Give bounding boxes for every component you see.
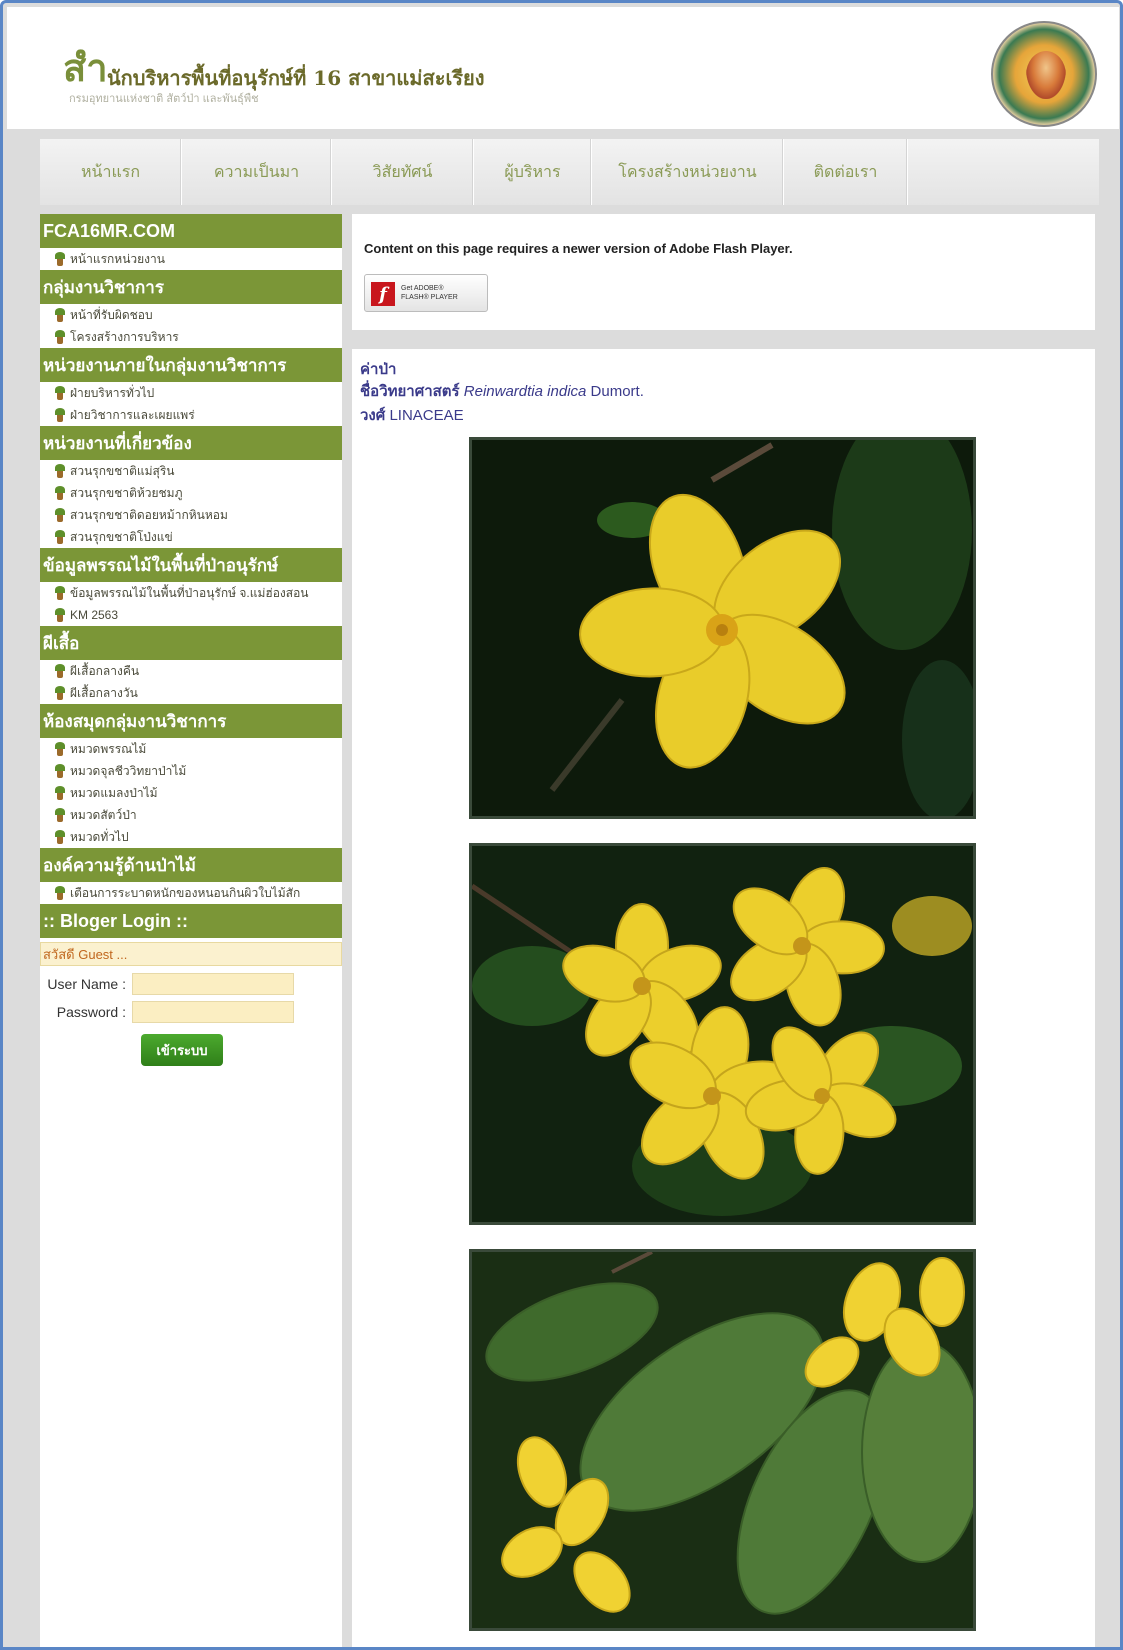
plant-icon — [54, 829, 66, 845]
sidebar-link[interactable]: ผีเสื้อกลางวัน — [40, 682, 342, 704]
plant-icon — [54, 607, 66, 623]
plant-common-name: ค่าป่า — [360, 361, 397, 378]
flash-notice-panel: Content on this page requires a newer ve… — [352, 214, 1095, 330]
sidebar-link[interactable]: สวนรุกขชาติแม่สุริน — [40, 460, 342, 482]
plant-icon — [54, 307, 66, 323]
sidebar-link[interactable]: เตือนการระบาดหนักของหนอนกินผิวใบไม้สัก — [40, 882, 342, 904]
sidebar-link[interactable]: ผีเสื้อกลางคืน — [40, 660, 342, 682]
flash-logo-icon: f — [371, 282, 395, 306]
sidebar-link[interactable]: โครงสร้างการบริหาร — [40, 326, 342, 348]
flower-photo-3 — [469, 1249, 976, 1631]
plant-icon — [54, 663, 66, 679]
flash-badge-text: Get ADOBE® FLASH® PLAYER — [401, 285, 458, 301]
plant-icon — [54, 685, 66, 701]
main-nav: หน้าแรก ความเป็นมา วิสัยทัศน์ ผู้บริหาร … — [40, 139, 1099, 205]
sidebar-link[interactable]: หน้าแรกหน่วยงาน — [40, 248, 342, 270]
sidebar-section-title: กลุ่มงานวิชาการ — [40, 270, 342, 304]
sidebar-section-title: หน่วยงานภายในกลุ่มงานวิชาการ — [40, 348, 342, 382]
username-label: User Name : — [47, 976, 126, 992]
plant-icon — [54, 807, 66, 823]
sidebar-link[interactable]: หมวดจุลชีววิทยาป่าไม้ — [40, 760, 342, 782]
plant-icon — [54, 329, 66, 345]
plant-icon — [54, 585, 66, 601]
plant-icon — [54, 785, 66, 801]
seal-emblem-icon — [1026, 51, 1066, 99]
nav-history[interactable]: ความเป็นมา — [182, 139, 332, 205]
plant-icon — [54, 407, 66, 423]
sidebar-link[interactable]: ข้อมูลพรรณไม้ในพื้นที่ป่าอนุรักษ์ จ.แม่ฮ… — [40, 582, 342, 604]
sidebar-link[interactable]: หมวดทั่วไป — [40, 826, 342, 848]
site-subtitle: กรมอุทยานแห่งชาติ สัตว์ป่า และพันธุ์พืช — [69, 93, 259, 105]
plant-icon — [54, 885, 66, 901]
get-flash-player-button[interactable]: f Get ADOBE® FLASH® PLAYER — [364, 274, 488, 312]
nav-home[interactable]: หน้าแรก — [40, 139, 182, 205]
nav-contact[interactable]: ติดต่อเรา — [784, 139, 908, 205]
sidebar-link[interactable]: ฝ่ายวิชาการและเผยแพร่ — [40, 404, 342, 426]
plant-icon — [54, 385, 66, 401]
sci-species: indica — [547, 383, 587, 400]
sidebar-section-title: องค์ความรู้ด้านป่าไม้ — [40, 848, 342, 882]
plant-scientific-name-row: ชื่อวิทยาศาสตร์ Reinwardtia indica Dumor… — [360, 379, 644, 403]
sidebar-section-title: หน่วยงานที่เกี่ยวข้อง — [40, 426, 342, 460]
nav-executives[interactable]: ผู้บริหาร — [474, 139, 592, 205]
sidebar-link[interactable]: หมวดแมลงป่าไม้ — [40, 782, 342, 804]
sidebar-section-title: ห้องสมุดกลุ่มงานวิชาการ — [40, 704, 342, 738]
plant-icon — [54, 529, 66, 545]
family-label: วงศ์ — [360, 407, 386, 424]
sidebar-link[interactable]: ฝ่ายบริหารทั่วไป — [40, 382, 342, 404]
flash-message: Content on this page requires a newer ve… — [364, 241, 793, 256]
flower-photo-1 — [469, 437, 976, 819]
flower-photo-2 — [469, 843, 976, 1225]
sci-genus: Reinwardtia — [463, 383, 543, 400]
sidebar-section-title: FCA16MR.COM — [40, 214, 342, 248]
plant-icon — [54, 251, 66, 267]
plant-family-row: วงศ์ LINACEAE — [360, 403, 464, 427]
password-label: Password : — [56, 1004, 126, 1020]
sidebar-section-title: ข้อมูลพรรณไม้ในพื้นที่ป่าอนุรักษ์ — [40, 548, 342, 582]
sidebar-link[interactable]: สวนรุกขชาติดอยหม้ากหินหอม — [40, 504, 342, 526]
username-input[interactable] — [132, 973, 294, 995]
site-header: สำ นักบริหารพื้นที่อนุรักษ์ที่ 16 สาขาแม… — [7, 7, 1119, 129]
sidebar-section-title: ผีเสื้อ — [40, 626, 342, 660]
plant-icon — [54, 485, 66, 501]
plant-icon — [54, 741, 66, 757]
password-input[interactable] — [132, 1001, 294, 1023]
sidebar-link[interactable]: หมวดพรรณไม้ — [40, 738, 342, 760]
sidebar: FCA16MR.COM หน้าแรกหน่วยงาน กลุ่มงานวิชา… — [40, 214, 342, 1647]
sidebar-link[interactable]: สวนรุกขชาติห้วยชมภู — [40, 482, 342, 504]
family-value: LINACEAE — [389, 407, 464, 424]
plant-icon — [54, 763, 66, 779]
plant-icon — [54, 507, 66, 523]
sidebar-link[interactable]: สวนรุกขชาติโป่งแข่ — [40, 526, 342, 548]
main-content: ค่าป่า ชื่อวิทยาศาสตร์ Reinwardtia indic… — [352, 349, 1095, 1647]
browser-frame: สำ นักบริหารพื้นที่อนุรักษ์ที่ 16 สาขาแม… — [0, 0, 1123, 1650]
sci-author: Dumort. — [590, 383, 644, 400]
nav-vision[interactable]: วิสัยทัศน์ — [332, 139, 474, 205]
sci-name-label: ชื่อวิทยาศาสตร์ — [360, 383, 460, 400]
sidebar-link[interactable]: หมวดสัตว์ป่า — [40, 804, 342, 826]
sidebar-link[interactable]: KM 2563 — [40, 604, 342, 626]
plant-icon — [54, 463, 66, 479]
greeting-text: สวัสดี Guest ... — [40, 942, 342, 966]
sidebar-link[interactable]: หน้าที่รับผิดชอบ — [40, 304, 342, 326]
login-button[interactable]: เข้าระบบ — [141, 1034, 223, 1066]
department-seal-logo — [991, 21, 1097, 127]
login-title: :: Bloger Login :: — [40, 904, 342, 938]
nav-structure[interactable]: โครงสร้างหน่วยงาน — [592, 139, 784, 205]
